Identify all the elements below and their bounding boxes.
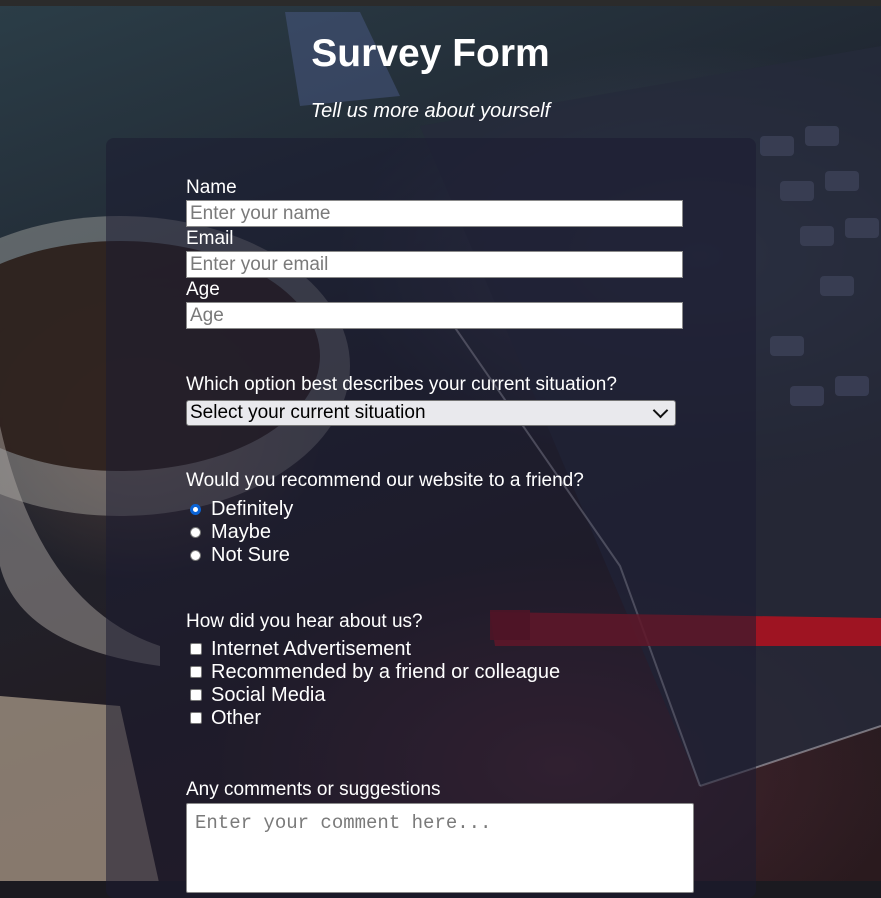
checkbox[interactable] — [190, 689, 202, 701]
recommend-option-not-sure[interactable]: Not Sure — [190, 544, 290, 566]
survey-form: Name Email Age Which option best describ… — [0, 0, 881, 893]
name-label: Name — [186, 177, 237, 198]
recommend-option-definitely[interactable]: Definitely — [190, 498, 293, 520]
hear-option-label: Internet Advertisement — [211, 637, 412, 660]
recommend-question: Would you recommend our website to a fri… — [186, 470, 584, 491]
age-label: Age — [186, 279, 220, 300]
email-label: Email — [186, 228, 234, 249]
age-input[interactable] — [186, 302, 683, 329]
situation-question: Which option best describes your current… — [186, 374, 617, 395]
name-input[interactable] — [186, 200, 683, 227]
radio-button-checked[interactable] — [190, 503, 201, 515]
radio-button[interactable] — [190, 526, 201, 538]
situation-selected-value: Select your current situation — [190, 402, 426, 423]
hear-option-label: Social Media — [211, 683, 326, 706]
hear-question: How did you hear about us? — [186, 611, 423, 632]
email-input[interactable] — [186, 251, 683, 278]
recommend-option-label: Not Sure — [211, 543, 290, 566]
radio-button[interactable] — [190, 549, 201, 561]
hear-option-internet-ad[interactable]: Internet Advertisement — [190, 638, 411, 660]
hear-option-social-media[interactable]: Social Media — [190, 684, 326, 706]
comments-textarea[interactable] — [186, 803, 694, 893]
checkbox[interactable] — [190, 643, 202, 655]
hear-option-label: Other — [211, 706, 262, 729]
hear-option-label: Recommended by a friend or colleague — [211, 660, 561, 683]
checkbox[interactable] — [190, 666, 202, 678]
chevron-down-icon — [652, 402, 669, 419]
checkbox[interactable] — [190, 712, 202, 724]
situation-dropdown[interactable]: Select your current situation — [186, 400, 676, 426]
hear-option-other[interactable]: Other — [190, 707, 261, 729]
recommend-option-label: Maybe — [211, 520, 272, 543]
recommend-option-maybe[interactable]: Maybe — [190, 521, 271, 543]
recommend-option-label: Definitely — [211, 497, 294, 520]
window-top-bar — [0, 0, 881, 6]
comments-label: Any comments or suggestions — [186, 779, 441, 800]
hear-option-friend[interactable]: Recommended by a friend or colleague — [190, 661, 560, 683]
